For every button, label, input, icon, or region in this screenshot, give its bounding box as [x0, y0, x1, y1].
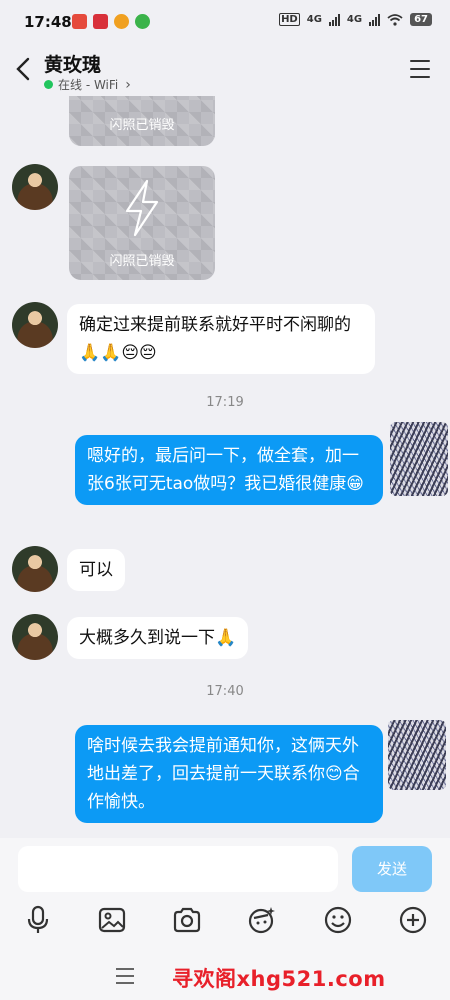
- flash-photo-destroyed[interactable]: 闪照已销毁: [69, 96, 215, 146]
- app-notification-icon: [135, 14, 150, 29]
- message-timestamp: 17:40: [206, 684, 244, 699]
- incoming-message[interactable]: 确定过来提前联系就好平时不闲聊的🙏🙏😔😔: [67, 304, 375, 374]
- watermark: 寻欢阁xhg521.com: [172, 967, 386, 991]
- status-bar: 17:48 HD 4G 4G 67: [0, 0, 450, 44]
- message-input[interactable]: [18, 846, 338, 892]
- weibo-icon: [114, 14, 129, 29]
- system-nav-bar: 寻欢阁xhg521.com: [0, 958, 450, 1000]
- contact-avatar[interactable]: [12, 546, 58, 592]
- contact-avatar[interactable]: [12, 614, 58, 660]
- hd-indicator: HD: [279, 13, 300, 26]
- status-indicators: HD 4G 4G 67: [279, 13, 432, 26]
- signal-icon: [369, 13, 381, 26]
- signal-icon: [328, 13, 340, 26]
- outgoing-message[interactable]: 嗯好的，最后问一下，做全套，加一张6张可无tao做吗？我已婚很健康😁: [75, 435, 383, 505]
- network-label: 4G: [346, 14, 363, 25]
- chat-header: 黄玫瑰 在线 - WiFi ›: [0, 44, 450, 96]
- contact-avatar[interactable]: [12, 164, 58, 210]
- microphone-icon[interactable]: [22, 904, 54, 936]
- send-button[interactable]: 发送: [352, 846, 432, 892]
- flash-photo-label: 闪照已销毁: [109, 254, 175, 269]
- plus-icon[interactable]: [397, 904, 429, 936]
- back-icon[interactable]: [12, 56, 36, 82]
- message-timestamp: 17:19: [206, 395, 244, 410]
- image-icon[interactable]: [96, 904, 128, 936]
- incoming-message[interactable]: 可以: [67, 549, 125, 591]
- input-toolbar: [0, 900, 450, 940]
- sticker-icon[interactable]: [246, 904, 278, 936]
- battery-icon: 67: [410, 13, 432, 26]
- flash-photo-destroyed[interactable]: 闪照已销毁: [69, 166, 215, 280]
- composer: 发送 寻欢阁xhg521.com: [0, 838, 450, 1000]
- contact-avatar[interactable]: [12, 302, 58, 348]
- outgoing-message[interactable]: 啥时候去我会提前通知你，这俩天外地出差了，回去提前一天联系你😊合作愉快。: [75, 725, 383, 823]
- notification-icons: [72, 14, 150, 29]
- nav-menu-icon[interactable]: [116, 968, 134, 989]
- network-label: 4G: [306, 14, 322, 25]
- app-notification-icon: [72, 14, 87, 29]
- my-avatar[interactable]: [390, 422, 448, 496]
- message-list[interactable]: 闪照已销毁 闪照已销毁 确定过来提前联系就好平时不闲聊的🙏🙏😔😔 17:19 嗯…: [0, 96, 450, 838]
- status-time: 17:48: [24, 13, 72, 31]
- camera-icon[interactable]: [171, 904, 203, 936]
- wifi-icon: [387, 13, 403, 26]
- contact-name[interactable]: 黄玫瑰: [44, 50, 101, 77]
- presence-status[interactable]: 在线 - WiFi ›: [44, 76, 131, 93]
- flash-photo-label: 闪照已销毁: [109, 118, 175, 133]
- app-notification-icon: [93, 14, 108, 29]
- chevron-right-icon: ›: [125, 76, 131, 93]
- menu-icon[interactable]: [410, 60, 430, 78]
- my-avatar[interactable]: [388, 720, 446, 790]
- flash-icon: [125, 179, 159, 237]
- incoming-message[interactable]: 大概多久到说一下🙏: [67, 617, 249, 659]
- emoji-icon[interactable]: [322, 904, 354, 936]
- presence-text: 在线 - WiFi: [58, 78, 119, 92]
- online-dot-icon: [44, 80, 53, 89]
